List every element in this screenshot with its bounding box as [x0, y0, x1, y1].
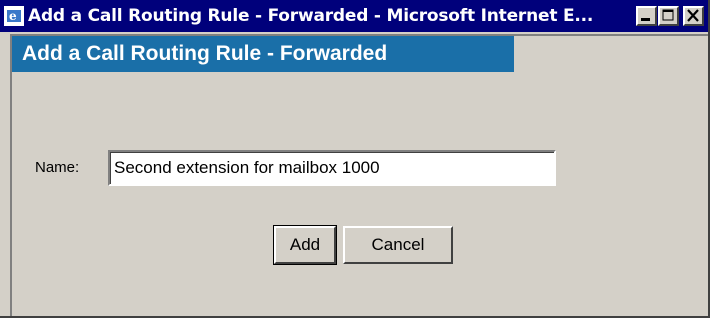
title-bar[interactable]: e Add a Call Routing Rule - Forwarded - …	[0, 0, 708, 32]
name-label: Name:	[35, 159, 80, 176]
name-input[interactable]	[108, 150, 556, 186]
window-title: Add a Call Routing Rule - Forwarded - Mi…	[28, 6, 594, 26]
page-heading-bar: Add a Call Routing Rule - Forwarded	[12, 36, 514, 72]
close-button[interactable]	[683, 6, 704, 26]
maximize-icon	[662, 9, 674, 21]
browser-window: e Add a Call Routing Rule - Forwarded - …	[0, 0, 710, 318]
cancel-button[interactable]: Cancel	[343, 226, 453, 264]
close-icon	[687, 9, 699, 22]
svg-text:e: e	[9, 9, 17, 23]
maximize-button[interactable]	[658, 6, 679, 26]
ie-icon[interactable]: e	[4, 6, 24, 26]
minimize-icon	[641, 18, 650, 21]
page-title: Add a Call Routing Rule - Forwarded	[22, 42, 388, 65]
add-button[interactable]: Add	[273, 225, 337, 265]
minimize-button[interactable]	[636, 6, 657, 26]
